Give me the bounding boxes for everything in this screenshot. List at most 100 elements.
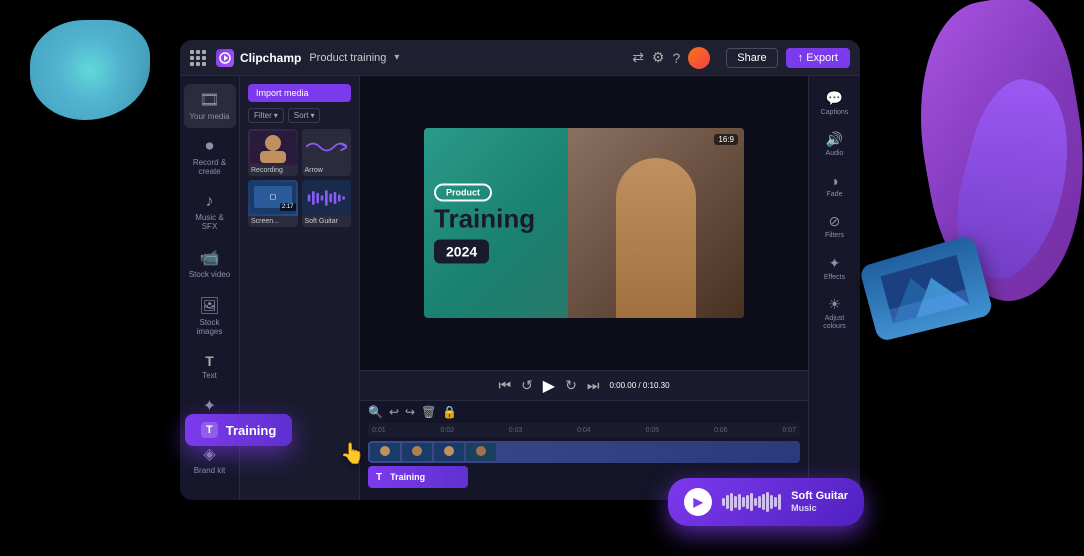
training-pill-label: Training: [226, 423, 277, 438]
right-panel-effects[interactable]: ✦ Effects: [811, 249, 859, 288]
music-label: Music & SFX: [188, 213, 232, 232]
user-avatar[interactable]: [688, 47, 710, 69]
export-button[interactable]: ↑ Export: [786, 48, 850, 68]
captions-icon: 💬: [826, 90, 843, 107]
text-icon: T: [205, 353, 214, 369]
media-icon: 🎞: [199, 90, 219, 110]
video-text-overlay: Product Training 2024: [434, 183, 535, 264]
stock-label: Stock video: [189, 270, 230, 280]
settings-icon: ⚙: [652, 49, 665, 66]
video-canvas: Product Training 2024 16:9: [424, 128, 744, 318]
play-button[interactable]: ▶: [543, 376, 555, 396]
training-text: Training: [434, 206, 535, 232]
rewind-button[interactable]: ↺: [521, 377, 533, 394]
top-icons: ⇄ ⚙ ?: [632, 47, 710, 69]
preview-area: Product Training 2024 16:9 ⏮ ↺ ▶ ↻ ⏭ 0:0…: [360, 76, 808, 500]
images-icon: 🖼: [199, 296, 219, 316]
training-pill: T Training: [185, 414, 292, 446]
share-icon: ⇄: [632, 49, 644, 66]
right-panel: 💬 Captions 🔊 Audio ◑ Fade ⊘ Filters ✦ Ef…: [808, 76, 860, 500]
phone-card: [859, 234, 994, 342]
adjust-label: Adjust colours: [815, 315, 855, 332]
training-t-icon: T: [201, 422, 218, 438]
lock-button[interactable]: 🔒: [442, 405, 457, 419]
filter-arrow: ▾: [274, 111, 278, 120]
video-person: [568, 128, 744, 318]
skip-back-button[interactable]: ⏮: [498, 377, 511, 394]
guitar-wave: [722, 492, 781, 512]
ruler-marks: 0:01 0:02 0:03 0:04 0:05 0:06 0:07: [372, 427, 796, 434]
sidebar-item-record[interactable]: ⏺ Record & create: [184, 132, 236, 183]
sidebar-item-media[interactable]: 🎞 Your media: [184, 84, 236, 128]
person-silhouette: [616, 158, 696, 318]
filter-sort-row: Filter ▾ Sort ▾: [248, 108, 351, 123]
app-logo: Clipchamp: [190, 49, 301, 67]
filters-icon: ⊘: [829, 213, 841, 230]
import-media-button[interactable]: Import media: [248, 84, 351, 102]
media-grid: Recording Arrow: [248, 129, 351, 227]
right-panel-filters[interactable]: ⊘ Filters: [811, 207, 859, 246]
product-badge: Product: [434, 184, 492, 202]
music-icon: ♪: [206, 193, 214, 211]
right-panel-fade[interactable]: ◑ Fade: [811, 167, 859, 205]
thumb-screen-label: Screen...: [248, 216, 298, 227]
text-track[interactable]: T Training: [368, 466, 468, 488]
top-bar: Clipchamp Product training ▾ ⇄ ⚙ ? Share…: [180, 40, 860, 76]
right-panel-adjust[interactable]: ☀ Adjust colours: [811, 290, 859, 338]
media-label: Your media: [189, 112, 229, 122]
sidebar-item-music[interactable]: ♪ Music & SFX: [184, 187, 236, 238]
filters-label: Filters: [825, 232, 844, 240]
skip-forward-button[interactable]: ⏭: [587, 377, 600, 394]
effects-icon: ✦: [829, 255, 841, 272]
sidebar-item-text[interactable]: T Text: [184, 347, 236, 387]
media-thumb-screen[interactable]: ◻ 2:17 Screen...: [248, 180, 298, 227]
year-badge: 2024: [434, 240, 489, 264]
sidebar-item-stock[interactable]: 📹 Stock video: [184, 242, 236, 286]
guitar-text: Soft Guitar Music: [791, 489, 848, 515]
track-text-label: Training: [390, 472, 425, 482]
dropdown-arrow: ▾: [394, 52, 399, 63]
timeline-toolbar: 🔍 ↩ ↪ 🗑 🔒: [368, 405, 800, 419]
media-thumb-guitar[interactable]: Soft Guitar: [302, 180, 352, 227]
text-label: Text: [202, 371, 217, 381]
record-icon: ⏺: [205, 138, 213, 156]
filter-button[interactable]: Filter ▾: [248, 108, 284, 123]
images-label: Stock images: [188, 318, 232, 337]
track-thumb-4: [466, 443, 496, 461]
effects-label: Effects: [824, 274, 845, 282]
record-label: Record & create: [188, 158, 232, 177]
track-text-t-icon: T: [376, 472, 382, 483]
audio-label: Audio: [826, 150, 844, 158]
help-icon: ?: [672, 50, 680, 66]
fade-label: Fade: [827, 191, 843, 199]
app-name-label: Clipchamp: [240, 51, 301, 65]
zoom-out-button[interactable]: 🔍: [368, 405, 383, 419]
sidebar-item-images[interactable]: 🖼 Stock images: [184, 290, 236, 343]
guitar-sub: Music: [791, 503, 848, 515]
redo-button[interactable]: ↪: [405, 405, 415, 419]
thumb-duration: 2:17: [280, 203, 296, 211]
share-button[interactable]: Share: [726, 48, 777, 68]
playback-controls: ⏮ ↺ ▶ ↻ ⏭ 0:00.00 / 0:10.30: [360, 370, 808, 400]
track-thumb-3: [434, 443, 464, 461]
svg-text:◻: ◻: [269, 192, 276, 201]
delete-button[interactable]: 🗑: [421, 405, 436, 419]
right-panel-audio[interactable]: 🔊 Audio: [811, 125, 859, 164]
thumb-arrow-label: Arrow: [302, 165, 352, 176]
undo-button[interactable]: ↩: [389, 405, 399, 419]
forward-button[interactable]: ↻: [565, 377, 577, 394]
media-thumb-arrow[interactable]: Arrow: [302, 129, 352, 176]
track-thumb-1: [370, 443, 400, 461]
clipchamp-logo-icon: [216, 49, 234, 67]
captions-label: Captions: [821, 109, 849, 117]
media-thumb-recording[interactable]: Recording: [248, 129, 298, 176]
stock-video-icon: 📹: [200, 248, 220, 268]
right-panel-captions[interactable]: 💬 Captions: [811, 84, 859, 123]
video-track[interactable]: [368, 441, 800, 463]
brand-icon: ◈: [203, 444, 215, 464]
sort-button[interactable]: Sort ▾: [288, 108, 321, 123]
thumb-guitar-label: Soft Guitar: [302, 216, 352, 227]
soft-guitar-pill: ▶ Soft Guitar Music: [668, 478, 864, 526]
fade-icon: ◑: [830, 173, 838, 189]
decorative-blob-left: [30, 20, 150, 120]
